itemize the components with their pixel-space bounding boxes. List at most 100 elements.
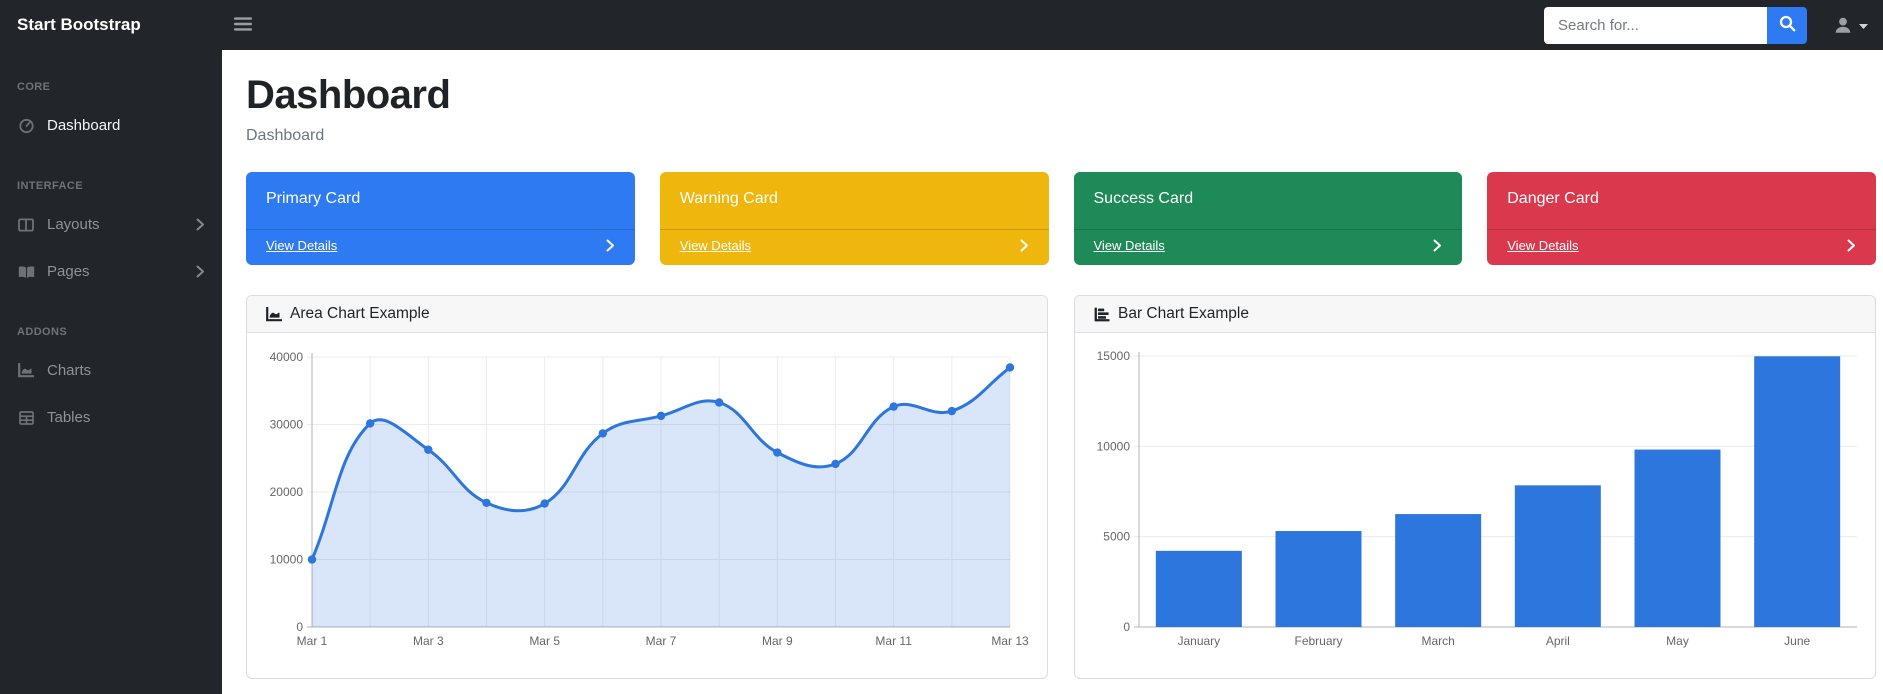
svg-text:Mar 3: Mar 3 xyxy=(413,634,444,648)
chart-card-title: Area Chart Example xyxy=(290,305,430,322)
chart-card-header: Bar Chart Example xyxy=(1075,296,1875,333)
view-details-link[interactable]: View Details xyxy=(680,238,751,253)
tachometer-icon xyxy=(17,118,35,133)
book-open-icon xyxy=(17,265,35,279)
data-point[interactable] xyxy=(482,498,491,508)
stat-card-primary-card: Primary Card View Details xyxy=(246,172,635,265)
bar-june[interactable] xyxy=(1754,356,1841,627)
data-point[interactable] xyxy=(889,402,898,411)
chevron-right-icon[interactable] xyxy=(1020,239,1029,252)
sidebar-nav: CORE Dashboard INTERFACE Layouts Pages ADDONS… xyxy=(0,50,222,694)
chevron-right-icon[interactable] xyxy=(1433,239,1442,252)
stat-card-title: Success Card xyxy=(1093,190,1194,207)
svg-text:June: June xyxy=(1784,634,1810,648)
stat-card-title: Danger Card xyxy=(1507,190,1599,207)
bar-february[interactable] xyxy=(1275,531,1362,627)
chart-bar-icon xyxy=(1094,307,1110,322)
main-content: Dashboard Dashboard Primary Card View Det… xyxy=(222,50,1883,679)
stat-card-danger-card: Danger Card View Details xyxy=(1487,172,1876,265)
data-point[interactable] xyxy=(714,398,724,407)
sidebar-heading-addons: ADDONS xyxy=(17,326,68,338)
svg-text:Mar 7: Mar 7 xyxy=(646,634,677,648)
svg-text:Mar 1: Mar 1 xyxy=(297,634,328,648)
bar-chart-grid xyxy=(1134,352,1857,628)
view-details-link[interactable]: View Details xyxy=(1507,238,1578,253)
chart-area-icon xyxy=(17,363,35,378)
svg-text:10000: 10000 xyxy=(1097,439,1131,453)
chevron-right-icon[interactable] xyxy=(1847,239,1856,252)
breadcrumb: Dashboard xyxy=(246,127,325,144)
stat-card-title: Warning Card xyxy=(679,190,778,207)
chart-card-title: Bar Chart Example xyxy=(1118,305,1249,322)
area-chart-example-canvas: 0 10000 20000 30000 40000 Mar 1 Mar 3 Mar 5 Mar … xyxy=(270,350,1029,648)
sidebar-item-label: Dashboard xyxy=(47,117,121,134)
user-icon xyxy=(1833,16,1853,35)
data-point[interactable] xyxy=(598,429,608,438)
sidebar-item-label: Tables xyxy=(47,409,91,426)
data-point[interactable] xyxy=(424,445,433,454)
columns-icon xyxy=(17,217,35,232)
sidebar-item-label: Charts xyxy=(47,362,92,379)
page-title: Dashboard xyxy=(246,73,451,117)
bars-icon xyxy=(234,16,252,34)
svg-text:Mar 11: Mar 11 xyxy=(875,634,912,648)
data-point[interactable] xyxy=(1005,363,1015,372)
svg-text:0: 0 xyxy=(296,620,303,634)
view-details-link[interactable]: View Details xyxy=(266,238,337,253)
svg-text:5000: 5000 xyxy=(1103,530,1130,544)
stat-card-footer: View Details xyxy=(1073,229,1463,261)
stat-card-success-card: Success Card View Details xyxy=(1073,172,1463,265)
sidebar-item-label: Layouts xyxy=(47,216,100,233)
data-point[interactable] xyxy=(656,411,666,421)
sidebar-item-layouts[interactable]: Layouts xyxy=(0,201,222,248)
bar-january[interactable] xyxy=(1155,550,1242,627)
chart-card-body: 0 5000 10000 15000 January February March April… xyxy=(1075,333,1875,678)
data-point[interactable] xyxy=(773,448,782,457)
bar-april[interactable] xyxy=(1514,485,1601,627)
search-input[interactable] xyxy=(1544,6,1767,44)
sidebar-item-pages[interactable]: Pages xyxy=(0,248,222,295)
sidebar-item-tables[interactable]: Tables xyxy=(0,394,222,441)
chevron-right-icon[interactable] xyxy=(606,239,615,252)
svg-text:May: May xyxy=(1666,634,1689,648)
view-details-link[interactable]: View Details xyxy=(1094,238,1165,253)
svg-text:Mar 5: Mar 5 xyxy=(529,634,560,648)
search-icon xyxy=(1779,15,1796,35)
svg-text:40000: 40000 xyxy=(270,350,304,364)
data-point[interactable] xyxy=(947,406,957,416)
search-button[interactable] xyxy=(1767,6,1807,44)
svg-text:Mar 13: Mar 13 xyxy=(991,634,1029,648)
user-menu-dropdown[interactable] xyxy=(1833,16,1868,35)
stat-card-footer: View Details xyxy=(1487,229,1876,261)
data-point[interactable] xyxy=(307,555,317,564)
chevron-right-icon xyxy=(196,218,205,231)
sidebar-item-dashboard[interactable]: Dashboard xyxy=(0,102,222,149)
sidebar-toggle-button[interactable] xyxy=(224,11,262,40)
svg-text:15000: 15000 xyxy=(1097,349,1131,363)
stat-card-footer: View Details xyxy=(659,229,1049,261)
svg-text:March: March xyxy=(1421,634,1454,648)
stat-card-warning-card: Warning Card View Details xyxy=(659,172,1049,265)
sidebar-item-label: Pages xyxy=(47,263,90,280)
svg-text:0: 0 xyxy=(1123,620,1130,634)
bar-march[interactable] xyxy=(1395,514,1482,627)
data-point[interactable] xyxy=(831,459,840,469)
data-point[interactable] xyxy=(540,499,549,508)
sidebar-item-charts[interactable]: Charts xyxy=(0,347,222,394)
sidebar-heading-interface: INTERFACE xyxy=(17,180,83,192)
bar-may[interactable] xyxy=(1634,449,1721,627)
chart-area-icon xyxy=(266,306,282,322)
chart-cards-row: Area Chart Example 0 10000 20000 30000 40000 M… xyxy=(246,295,1876,679)
svg-text:10000: 10000 xyxy=(270,553,304,567)
stat-card-title: Primary Card xyxy=(266,190,361,207)
table-icon xyxy=(17,410,35,425)
data-point[interactable] xyxy=(365,419,375,428)
svg-text:January: January xyxy=(1177,634,1220,648)
bar-chart-example-canvas: 0 5000 10000 15000 January February March April… xyxy=(1097,349,1857,648)
brand-logo[interactable]: Start Bootstrap xyxy=(0,15,222,35)
chart-card-bar-chart-example: Bar Chart Example 0 5000 10000 15000 January F… xyxy=(1074,295,1876,679)
chart-card-body: 0 10000 20000 30000 40000 Mar 1 Mar 3 Mar 5 Mar … xyxy=(247,333,1047,678)
top-navbar: Start Bootstrap xyxy=(0,0,1883,50)
stat-cards-row: Primary Card View Details Warning Card View… xyxy=(246,172,1876,265)
sidebar-heading-core: CORE xyxy=(17,81,51,93)
